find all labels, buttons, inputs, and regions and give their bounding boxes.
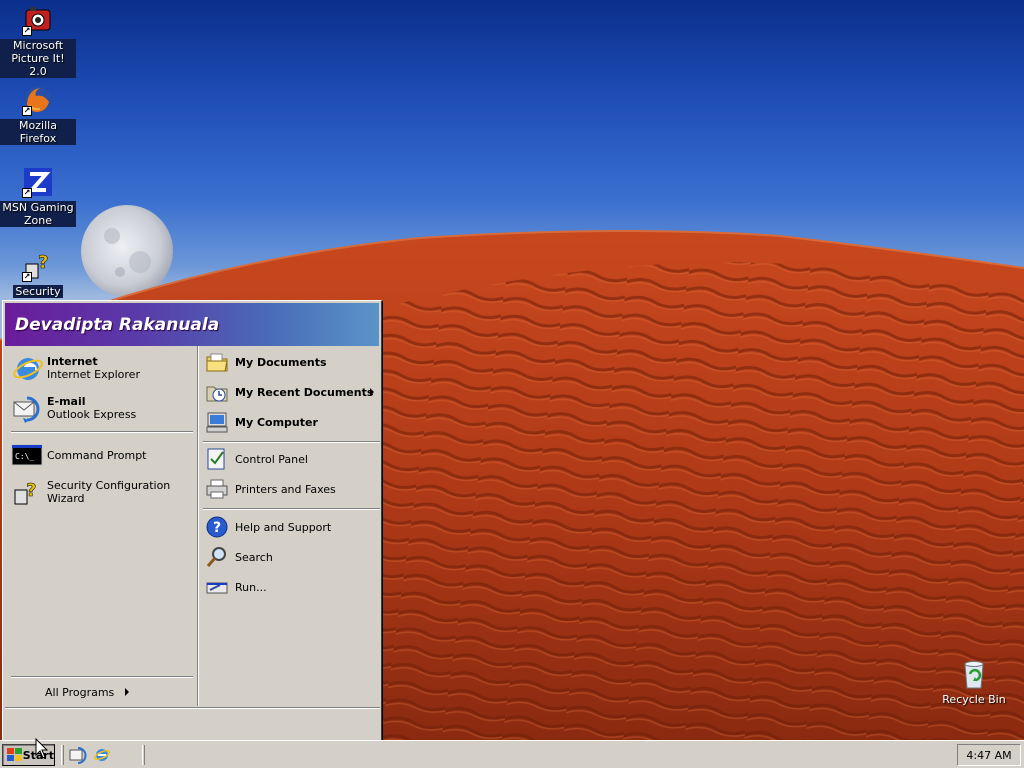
setting-printers-and-faxes[interactable]: Printers and Faxes <box>205 476 376 502</box>
my-documents-icon <box>205 350 229 374</box>
svg-text:?: ? <box>38 252 48 273</box>
recent-command-prompt[interactable]: C:\_ Command Prompt <box>11 438 193 472</box>
outlook-express-icon <box>11 392 43 424</box>
pinned-separator <box>11 431 193 433</box>
pinned-internet[interactable]: Internet Internet Explorer <box>11 350 193 386</box>
msn-gaming-zone-icon: ↗ <box>22 166 54 198</box>
clock[interactable]: 4:47 AM <box>966 749 1011 762</box>
place-my-recent-documents[interactable]: My Recent Documents <box>205 379 376 405</box>
start-menu: Devadipta Rakanuala Internet Internet Exp… <box>2 300 382 744</box>
desktop-icon-security[interactable]: ? ↗ Security <box>0 250 76 298</box>
recycle-bin-icon <box>958 658 990 690</box>
help-icon: ? <box>205 515 229 539</box>
settings-separator <box>203 508 380 510</box>
quicklaunch-outlook-icon[interactable] <box>69 746 87 764</box>
control-panel-icon <box>205 447 229 471</box>
taskbar-grip[interactable] <box>142 745 145 765</box>
svg-text:?: ? <box>26 480 36 501</box>
my-computer-icon <box>205 410 229 434</box>
security-wizard-icon: ? ↗ <box>22 252 49 282</box>
recent-security-configuration-wizard[interactable]: ? Security Configuration Wizard <box>11 474 193 510</box>
tool-help-and-support[interactable]: ? Help and Support <box>205 514 376 540</box>
desktop-icon-recycle-bin[interactable]: Recycle Bin <box>936 658 1012 706</box>
places-separator <box>203 441 380 443</box>
toolbar-grip[interactable] <box>61 745 64 765</box>
pinned-email[interactable]: E-mail Outlook Express <box>11 390 193 426</box>
desktop-icon-firefox[interactable]: ↗ Mozilla Firefox <box>0 84 76 145</box>
security-wizard-icon: ? <box>11 476 43 508</box>
all-programs-separator <box>11 676 193 678</box>
start-menu-right-pane: My Documents My Recent Documents My Comp… <box>199 346 380 706</box>
all-programs-button[interactable]: All Programs <box>45 682 131 702</box>
start-menu-footer <box>5 707 380 741</box>
place-my-documents[interactable]: My Documents <box>205 349 376 375</box>
recent-documents-icon <box>205 380 229 404</box>
mouse-pointer-icon <box>35 738 49 759</box>
start-menu-left-pane: Internet Internet Explorer E-mail Outlook … <box>5 346 197 706</box>
windows-logo-icon <box>6 748 22 762</box>
place-my-computer[interactable]: My Computer <box>205 409 376 435</box>
run-icon <box>205 575 229 599</box>
search-icon <box>205 545 229 569</box>
chevron-right-icon <box>125 688 129 696</box>
quicklaunch-internet-explorer-icon[interactable] <box>93 746 111 764</box>
svg-text:?: ? <box>213 520 221 536</box>
tool-search[interactable]: Search <box>205 544 376 570</box>
picture-it-icon: ↗ <box>22 4 54 36</box>
svg-text:C:\_: C:\_ <box>15 452 34 461</box>
desktop-icon-picture-it[interactable]: ↗ Microsoft Picture It! 2.0 <box>0 4 76 78</box>
internet-explorer-icon <box>11 352 43 384</box>
moon <box>81 205 173 297</box>
command-prompt-icon: C:\_ <box>11 439 43 471</box>
start-menu-header: Devadipta Rakanuala <box>5 303 379 346</box>
tool-run[interactable]: Run... <box>205 574 376 600</box>
setting-control-panel[interactable]: Control Panel <box>205 446 376 472</box>
printer-icon <box>205 477 229 501</box>
system-tray: 4:47 AM <box>957 744 1021 766</box>
taskbar: Start 4:47 AM <box>0 740 1024 768</box>
user-name: Devadipta Rakanuala <box>15 314 220 335</box>
desktop-icon-msn-gaming-zone[interactable]: ↗ MSN Gaming Zone <box>0 166 76 227</box>
chevron-right-icon <box>370 388 374 396</box>
firefox-icon: ↗ <box>22 84 54 116</box>
